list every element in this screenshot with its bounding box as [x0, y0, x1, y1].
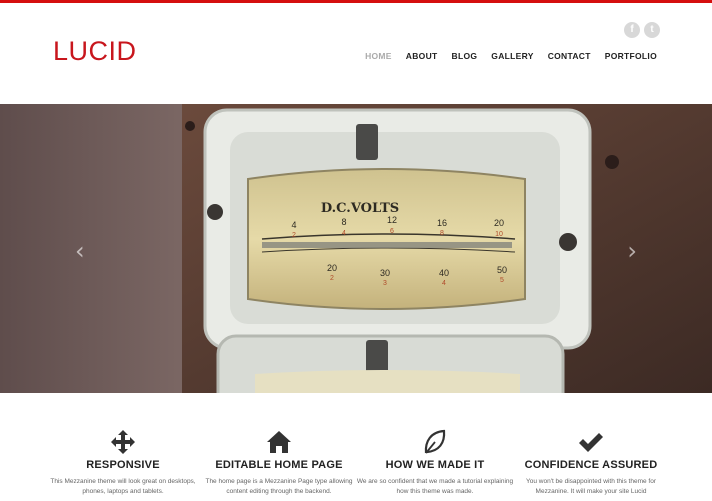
facebook-icon[interactable]: f — [624, 22, 640, 38]
nav-contact[interactable]: CONTACT — [548, 51, 591, 61]
feature-text: We are so confident that we made a tutor… — [356, 478, 514, 495]
feature-title: HOW WE MADE IT — [385, 459, 485, 471]
svg-text:20: 20 — [327, 263, 337, 273]
feature-responsive: RESPONSIVE This Mezzanine theme will loo… — [38, 429, 208, 497]
svg-text:2: 2 — [330, 275, 334, 282]
svg-text:4: 4 — [342, 230, 346, 237]
svg-text:16: 16 — [437, 218, 447, 228]
hero-image: D.C.VOLTS 4 8 12 16 20 2 4 6 8 10 20 30 … — [0, 104, 712, 393]
svg-text:5: 5 — [500, 277, 504, 284]
feature-title: RESPONSIVE — [86, 459, 160, 471]
svg-text:4: 4 — [291, 220, 296, 230]
svg-text:2: 2 — [292, 232, 296, 239]
svg-text:D.C.VOLTS: D.C.VOLTS — [321, 201, 399, 216]
feature-text: The home page is a Mezzanine Page type a… — [205, 478, 353, 495]
slider-prev-arrow[interactable]: ‹ — [75, 237, 85, 265]
nav-blog[interactable]: BLOG — [452, 51, 478, 61]
leaf-icon — [350, 429, 520, 455]
slider-next-arrow[interactable]: › — [627, 237, 637, 265]
move-arrows-icon — [38, 429, 208, 455]
svg-text:8: 8 — [440, 230, 444, 237]
feature-editable-home: EDITABLE HOME PAGE The home page is a Me… — [194, 429, 364, 497]
hero-slider: D.C.VOLTS 4 8 12 16 20 2 4 6 8 10 20 30 … — [0, 104, 712, 393]
nav-about[interactable]: ABOUT — [406, 51, 438, 61]
site-header: LUCID f t HOME ABOUT BLOG GALLERY CONTAC… — [0, 3, 712, 104]
twitter-icon[interactable]: t — [644, 22, 660, 38]
svg-text:10: 10 — [495, 231, 503, 238]
feature-confidence: CONFIDENCE ASSURED You won't be disappoi… — [506, 429, 676, 497]
feature-text: You won't be disappointed with this them… — [526, 478, 656, 495]
feature-title: CONFIDENCE ASSURED — [524, 459, 658, 471]
nav-gallery[interactable]: GALLERY — [491, 51, 533, 61]
svg-text:8: 8 — [341, 217, 346, 227]
feature-how-we-made-it: HOW WE MADE IT We are so confident that … — [350, 429, 520, 497]
main-nav: HOME ABOUT BLOG GALLERY CONTACT PORTFOLI… — [365, 51, 657, 61]
nav-portfolio[interactable]: PORTFOLIO — [605, 51, 657, 61]
svg-text:20: 20 — [494, 218, 504, 228]
site-logo[interactable]: LUCID — [53, 36, 137, 67]
social-links: f t — [624, 22, 660, 38]
home-icon — [194, 429, 364, 455]
svg-text:50: 50 — [497, 265, 507, 275]
svg-text:40: 40 — [439, 268, 449, 278]
checkmark-icon — [506, 429, 676, 455]
feature-text: This Mezzanine theme will look great on … — [50, 478, 196, 495]
svg-text:4: 4 — [442, 280, 446, 287]
features-section: RESPONSIVE This Mezzanine theme will loo… — [0, 393, 712, 501]
svg-text:12: 12 — [387, 215, 397, 225]
nav-home[interactable]: HOME — [365, 51, 392, 61]
svg-text:6: 6 — [390, 228, 394, 235]
svg-text:3: 3 — [383, 280, 387, 287]
svg-text:30: 30 — [380, 268, 390, 278]
feature-title: EDITABLE HOME PAGE — [215, 459, 343, 471]
